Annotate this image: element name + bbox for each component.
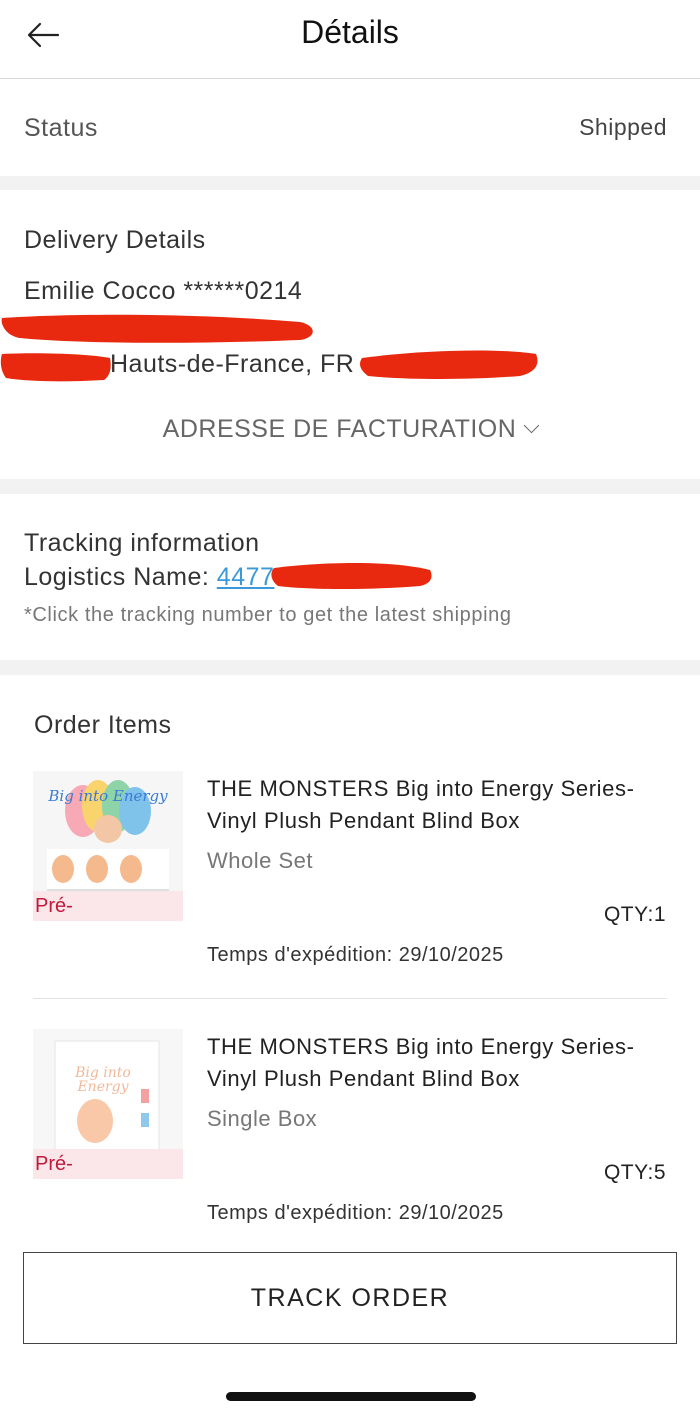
preorder-badge: Pré- xyxy=(33,891,183,921)
redacted-street-address xyxy=(1,314,313,343)
tracking-number-link[interactable]: 4477 xyxy=(217,563,275,591)
track-order-button[interactable]: TRACK ORDER xyxy=(23,1252,677,1344)
preorder-badge: Pré- xyxy=(33,1149,183,1179)
chevron-down-icon xyxy=(524,417,540,434)
tracking-heading: Tracking information xyxy=(24,529,260,557)
product-thumbnail[interactable]: Big into Energy Pré- xyxy=(33,1029,183,1179)
shipping-time: Temps d'expédition: 29/10/2025 xyxy=(207,1202,504,1224)
page-title: Détails xyxy=(301,14,399,50)
status-value: Shipped xyxy=(579,114,667,140)
item-divider xyxy=(33,998,667,999)
redacted-address-fragments xyxy=(0,350,538,382)
redacted-tracking-number xyxy=(271,563,432,589)
section-separator xyxy=(0,479,700,494)
status-label: Status xyxy=(24,114,98,142)
logistics-row: Logistics Name: 4477 xyxy=(24,563,274,592)
svg-text:Energy: Energy xyxy=(76,1079,129,1095)
logistics-label: Logistics Name: xyxy=(24,563,217,591)
section-separator xyxy=(0,176,700,190)
product-title[interactable]: THE MONSTERS Big into Energy Series-Viny… xyxy=(207,1031,667,1095)
section-separator xyxy=(0,660,700,675)
recipient-name-phone: Emilie Cocco ******0214 xyxy=(24,277,303,305)
delivery-heading: Delivery Details xyxy=(24,226,206,254)
shipping-time: Temps d'expédition: 29/10/2025 xyxy=(207,944,504,966)
product-variant: Whole Set xyxy=(207,848,313,873)
billing-address-toggle[interactable]: ADRESSE DE FACTURATION xyxy=(0,415,700,444)
product-quantity: QTY:5 xyxy=(603,1161,666,1184)
order-items-heading: Order Items xyxy=(34,711,172,739)
billing-address-label: ADRESSE DE FACTURATION xyxy=(162,415,517,443)
product-thumbnail[interactable]: Big into Energy Pré- xyxy=(33,771,183,921)
svg-text:Big into Energy: Big into Energy xyxy=(47,787,168,805)
home-indicator[interactable] xyxy=(226,1392,476,1401)
tracking-hint: *Click the tracking number to get the la… xyxy=(24,604,512,626)
product-quantity: QTY:1 xyxy=(603,903,666,926)
product-title[interactable]: THE MONSTERS Big into Energy Series-Viny… xyxy=(207,773,667,837)
product-variant: Single Box xyxy=(207,1106,318,1131)
